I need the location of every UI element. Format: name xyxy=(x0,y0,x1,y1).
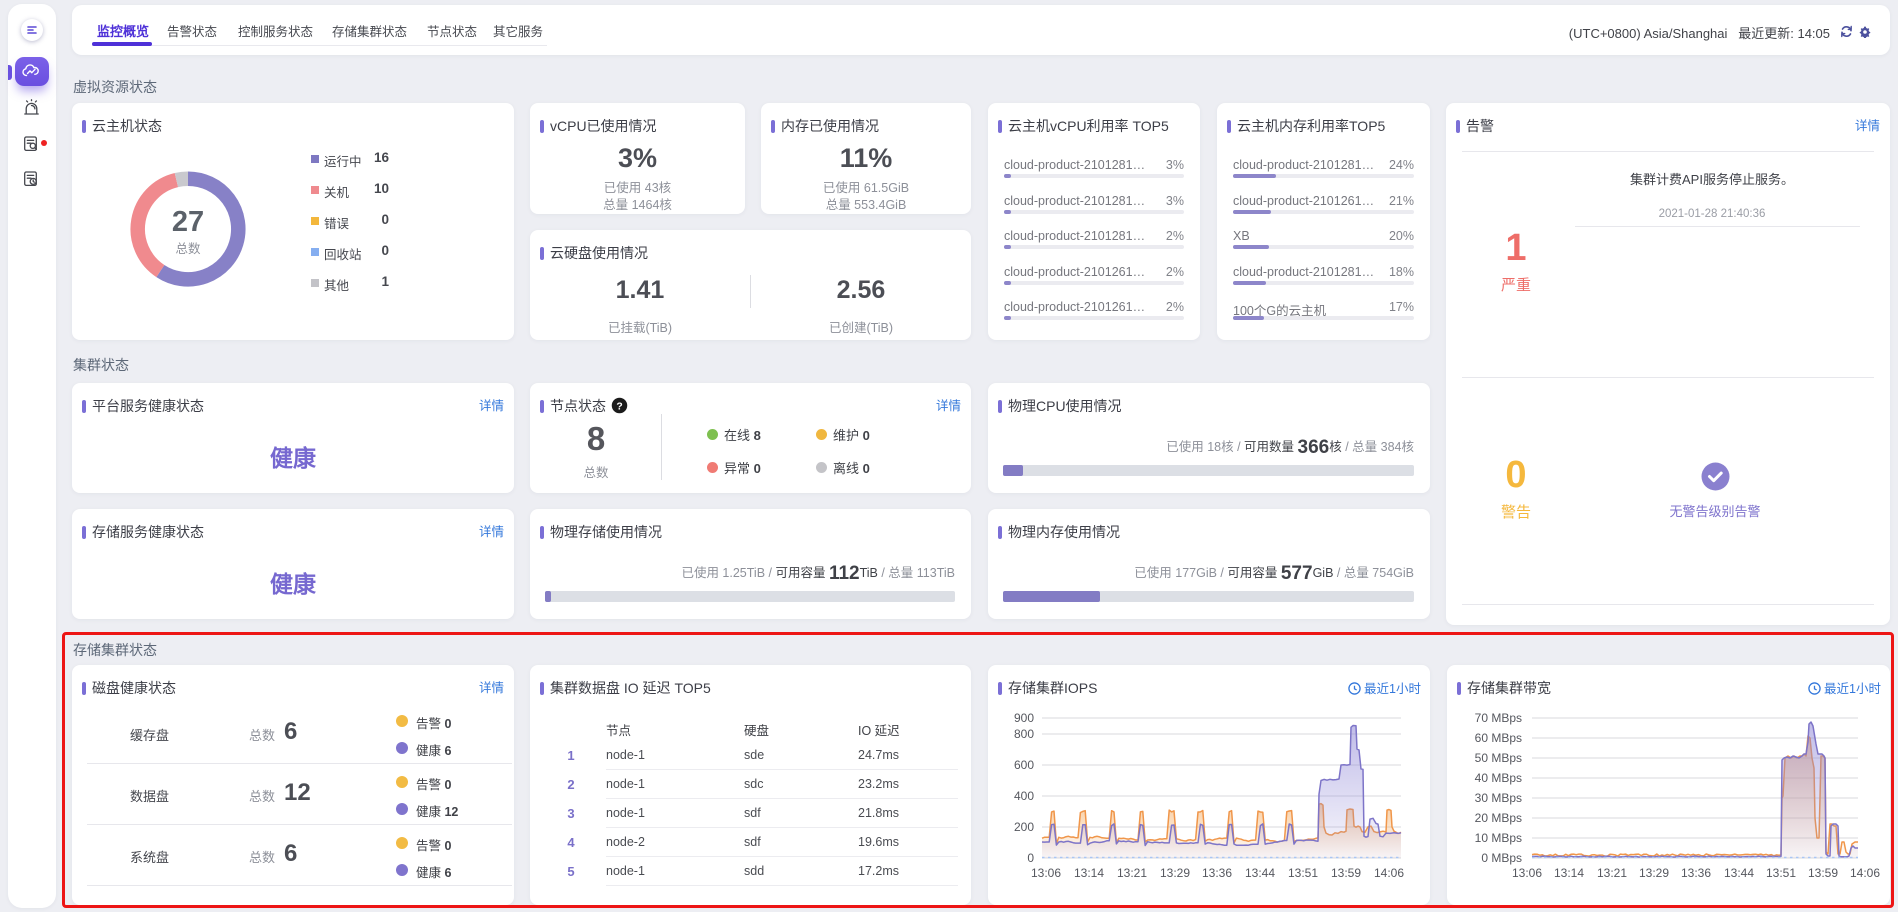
svg-text:?: ? xyxy=(616,401,622,412)
